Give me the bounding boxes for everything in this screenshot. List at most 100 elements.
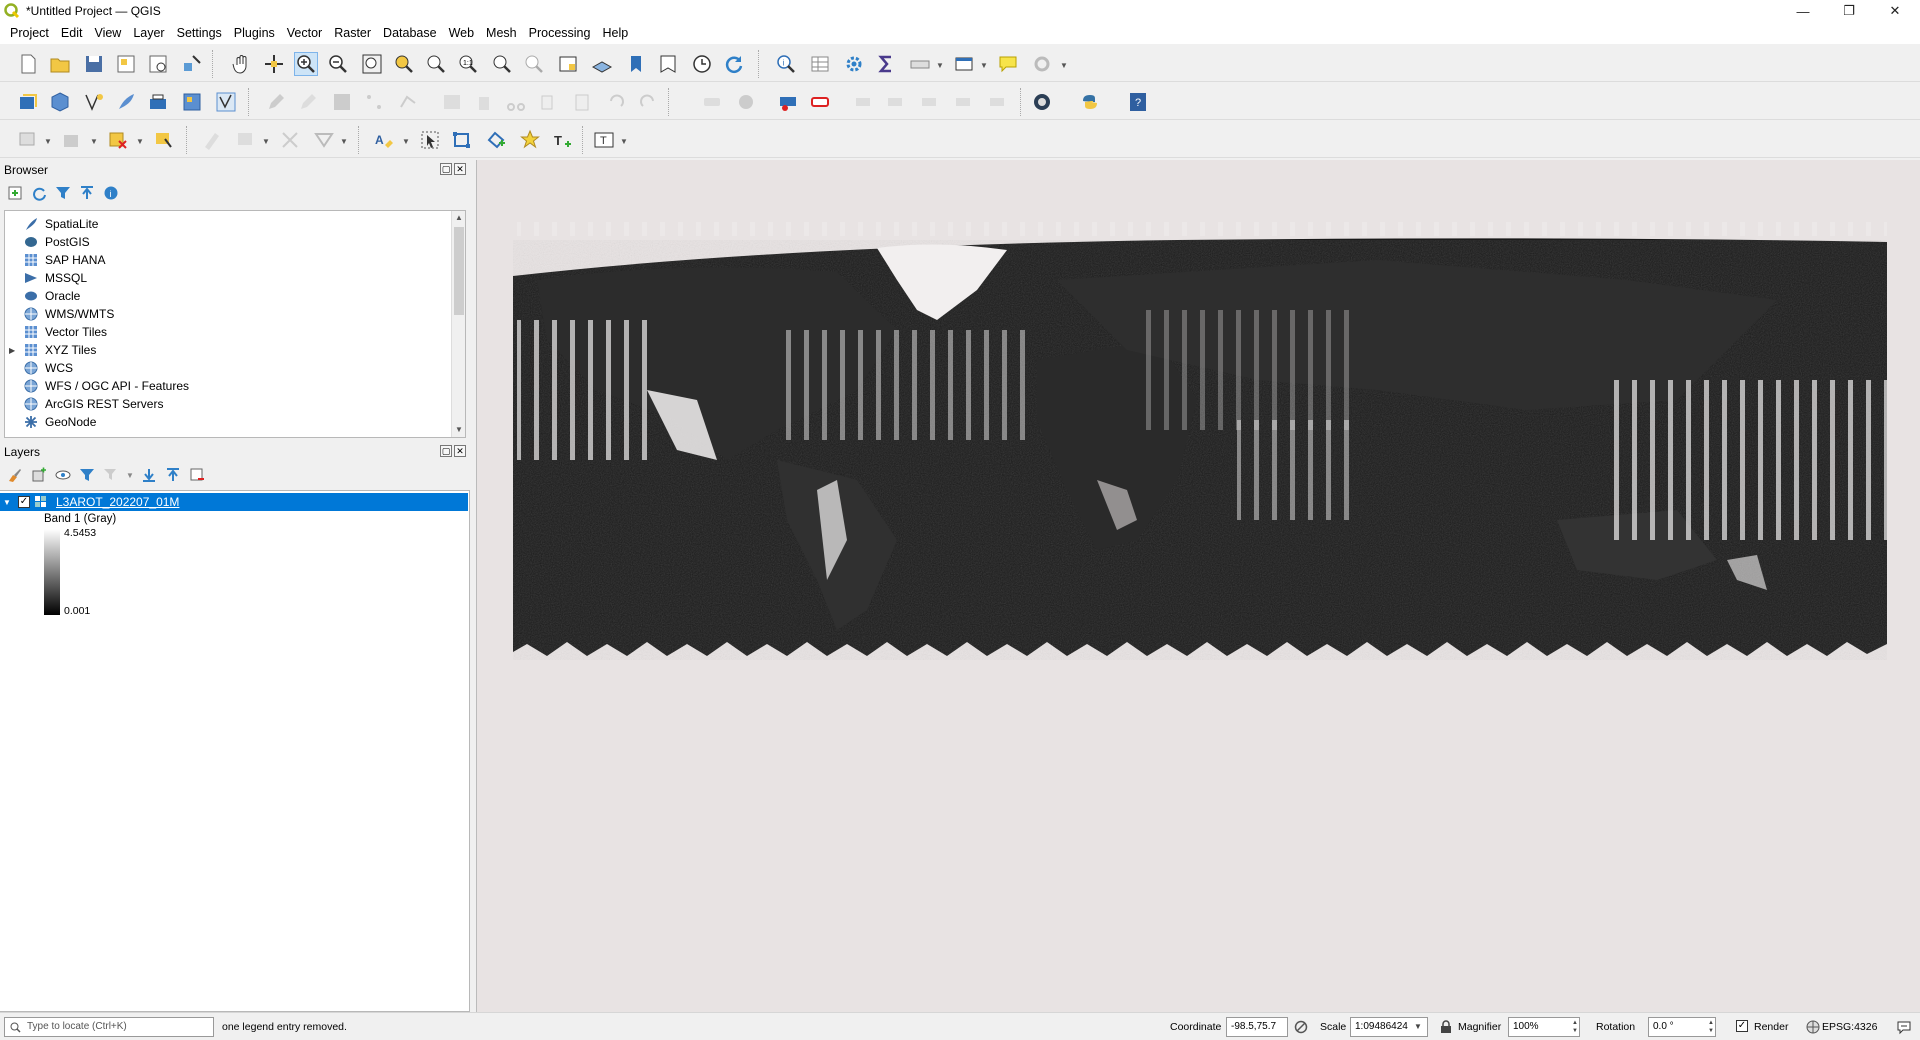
- dropdown-arrow-icon[interactable]: ▼: [126, 471, 134, 480]
- remove-layer-button[interactable]: [188, 466, 206, 484]
- text-annotation-button[interactable]: T: [592, 128, 616, 152]
- deselect-features-button[interactable]: [106, 128, 130, 152]
- crs-globe-icon[interactable]: [1806, 1020, 1820, 1034]
- show-hide-labels-button[interactable]: [808, 90, 832, 114]
- zoom-to-selection-button[interactable]: [392, 52, 416, 76]
- dropdown-arrow-icon[interactable]: ▼: [90, 137, 98, 146]
- open-project-button[interactable]: [48, 52, 72, 76]
- browser-item-xyz-tiles[interactable]: ▶ XYZ Tiles: [9, 341, 189, 359]
- browser-item-mssql[interactable]: MSSQL: [9, 269, 189, 287]
- browser-item-spatialite[interactable]: SpatiaLite: [9, 215, 189, 233]
- add-node-button[interactable]: [484, 128, 508, 152]
- add-vector-layer-button[interactable]: [214, 90, 238, 114]
- redo-button[interactable]: [636, 90, 660, 114]
- move-label-button[interactable]: [852, 90, 876, 114]
- zoom-out-button[interactable]: [326, 52, 350, 76]
- menu-web[interactable]: Web: [443, 22, 480, 44]
- undo-button[interactable]: [604, 90, 628, 114]
- measure-button[interactable]: [908, 52, 932, 76]
- menu-raster[interactable]: Raster: [328, 22, 377, 44]
- menu-settings[interactable]: Settings: [171, 22, 228, 44]
- browser-scrollbar[interactable]: ▲ ▼: [451, 211, 465, 437]
- browser-item-geonode[interactable]: GeoNode: [9, 413, 189, 431]
- menu-plugins[interactable]: Plugins: [228, 22, 281, 44]
- browser-item-oracle[interactable]: Oracle: [9, 287, 189, 305]
- menu-view[interactable]: View: [88, 22, 127, 44]
- refresh-browser-button[interactable]: [30, 184, 48, 202]
- expand-arrow-icon[interactable]: ▶: [9, 346, 23, 355]
- pan-to-selection-button[interactable]: [262, 52, 286, 76]
- add-group-button[interactable]: [30, 466, 48, 484]
- browser-item-vector-tiles[interactable]: Vector Tiles: [9, 323, 189, 341]
- new-project-button[interactable]: [16, 52, 40, 76]
- scale-dropdown-arrow-icon[interactable]: ▼: [1414, 1022, 1422, 1031]
- magnifier-spin-arrows-icon[interactable]: ▲ ▼: [1572, 1019, 1578, 1035]
- label-properties-button[interactable]: [952, 90, 976, 114]
- new-print-layout-button[interactable]: [114, 52, 138, 76]
- collapse-all-button[interactable]: [164, 466, 182, 484]
- dropdown-arrow-icon[interactable]: ▼: [1060, 61, 1068, 70]
- diagram-button[interactable]: [986, 90, 1010, 114]
- zoom-full-button[interactable]: [360, 52, 384, 76]
- modify-attributes-button[interactable]: [440, 90, 464, 114]
- vertex-edit-button[interactable]: [450, 128, 474, 152]
- new-temp-layer-button[interactable]: [146, 90, 170, 114]
- map-canvas[interactable]: [476, 160, 1920, 1012]
- menu-help[interactable]: Help: [596, 22, 634, 44]
- browser-item-arcgis-rest[interactable]: ArcGIS REST Servers: [9, 395, 189, 413]
- zoom-to-layer-button[interactable]: [424, 52, 448, 76]
- close-panel-button[interactable]: ✕: [454, 445, 466, 457]
- simplify-button[interactable]: [312, 128, 336, 152]
- menu-layer[interactable]: Layer: [127, 22, 170, 44]
- dropdown-arrow-icon[interactable]: ▼: [402, 137, 410, 146]
- crs-label[interactable]: EPSG:4326: [1822, 1017, 1877, 1037]
- attribute-table-button[interactable]: [808, 52, 832, 76]
- browser-item-postgis[interactable]: PostGIS: [9, 233, 189, 251]
- browser-item-sap-hana[interactable]: SAP HANA: [9, 251, 189, 269]
- data-source-manager-button[interactable]: [16, 90, 40, 114]
- scroll-down-arrow-icon[interactable]: ▼: [452, 423, 466, 437]
- add-text-button[interactable]: T: [550, 128, 574, 152]
- new-map-view-button[interactable]: [556, 52, 580, 76]
- expand-all-button[interactable]: [140, 466, 158, 484]
- metasearch-button[interactable]: [1030, 90, 1054, 114]
- processing-toolbox-button[interactable]: [842, 52, 866, 76]
- help-contents-button[interactable]: ?: [1126, 90, 1150, 114]
- menu-processing[interactable]: Processing: [523, 22, 597, 44]
- highlight-pinned-button[interactable]: [776, 90, 800, 114]
- menu-database[interactable]: Database: [377, 22, 443, 44]
- rotate-label-button[interactable]: [884, 90, 908, 114]
- filter-browser-button[interactable]: [54, 184, 72, 202]
- copy-features-button[interactable]: [536, 90, 560, 114]
- zoom-in-button[interactable]: [294, 52, 318, 76]
- zoom-next-button[interactable]: [522, 52, 546, 76]
- float-panel-button[interactable]: ▢: [440, 163, 452, 175]
- reshape-button[interactable]: [234, 128, 258, 152]
- change-label-button[interactable]: [918, 90, 942, 114]
- float-panel-button[interactable]: ▢: [440, 445, 452, 457]
- new-shapefile-button[interactable]: [82, 90, 106, 114]
- layout-manager-button[interactable]: [146, 52, 170, 76]
- toggle-extents-icon[interactable]: [1294, 1020, 1308, 1034]
- dropdown-arrow-icon[interactable]: ▼: [262, 137, 270, 146]
- map-tips-select-button[interactable]: [952, 52, 976, 76]
- label-toolbar-button[interactable]: [700, 90, 724, 114]
- pan-map-button[interactable]: [230, 52, 254, 76]
- offset-curve-button[interactable]: [278, 128, 302, 152]
- label-tool-button[interactable]: A: [372, 128, 396, 152]
- minimize-button[interactable]: —: [1780, 0, 1826, 22]
- magnifier-spinbox[interactable]: 100%: [1508, 1017, 1580, 1037]
- rotation-spin-arrows-icon[interactable]: ▲ ▼: [1708, 1019, 1714, 1035]
- dropdown-arrow-icon[interactable]: ▼: [980, 61, 988, 70]
- open-layer-styling-button[interactable]: [6, 466, 24, 484]
- add-feature-button[interactable]: [362, 90, 386, 114]
- menu-project[interactable]: Project: [4, 22, 55, 44]
- style-manager-button[interactable]: [180, 52, 204, 76]
- rotation-spinbox[interactable]: 0.0 °: [1648, 1017, 1716, 1037]
- render-checkbox[interactable]: ✓: [1736, 1020, 1748, 1032]
- pointer-tool-button[interactable]: [418, 128, 442, 152]
- zoom-last-button[interactable]: [490, 52, 514, 76]
- locator-search-input[interactable]: Type to locate (Ctrl+K): [4, 1017, 214, 1037]
- new-3d-map-button[interactable]: [590, 52, 614, 76]
- current-edits-button[interactable]: [264, 90, 288, 114]
